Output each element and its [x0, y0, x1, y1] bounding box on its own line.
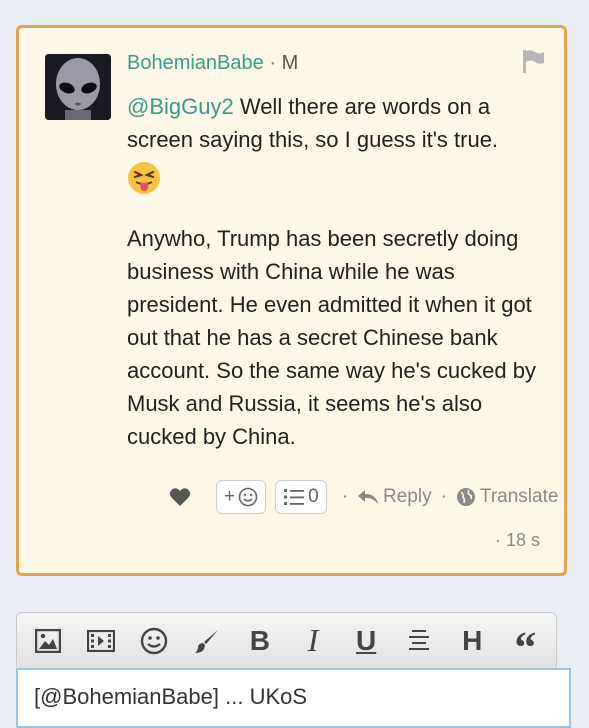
action-separator: ·	[341, 486, 349, 507]
heart-icon	[169, 488, 191, 506]
editor-toolbar: B I U H “	[16, 612, 557, 672]
avatar[interactable]	[45, 54, 111, 120]
bold-button[interactable]: B	[237, 619, 283, 663]
reply-label: Reply	[383, 486, 432, 507]
author-line: BohemianBabe · M	[127, 52, 298, 75]
insert-image-button[interactable]	[25, 619, 71, 663]
comment-actions: + 0 · Reply · Translate	[169, 480, 558, 514]
smiley-icon	[238, 487, 258, 507]
film-icon	[86, 629, 115, 652]
timestamp: · 18 s	[494, 530, 540, 550]
align-center-icon	[409, 629, 430, 650]
list-icon	[284, 489, 305, 505]
heading-button[interactable]: H	[449, 619, 495, 663]
strikethrough-button[interactable]	[396, 619, 442, 663]
image-icon	[34, 628, 61, 653]
smiley-icon	[140, 627, 167, 654]
italic-button[interactable]: I	[290, 619, 336, 663]
like-button[interactable]	[169, 487, 191, 507]
list-count: 0	[308, 486, 319, 507]
underline-button[interactable]: U	[343, 619, 389, 663]
list-count-button[interactable]: 0	[275, 480, 327, 514]
insert-video-button[interactable]	[78, 619, 124, 663]
flag-icon[interactable]	[520, 48, 546, 74]
author-name[interactable]: BohemianBabe	[127, 52, 264, 74]
brush-icon	[194, 629, 218, 653]
add-reaction-button[interactable]: +	[216, 480, 267, 514]
emoji: 😝	[127, 156, 552, 200]
reply-editor[interactable]: [@BohemianBabe] ... UKoS	[16, 668, 571, 728]
comment-card: BohemianBabe · M @BigGuy2 Well there are…	[16, 25, 567, 576]
squinting-tongue-emoji-icon	[128, 162, 160, 194]
action-separator: ·	[440, 486, 447, 507]
comment-body: @BigGuy2 Well there are words on a scree…	[127, 90, 552, 453]
author-separator: ·	[269, 52, 277, 74]
quote-button[interactable]: “	[502, 612, 548, 672]
author-badge: M	[281, 52, 299, 74]
add-reaction-label: +	[224, 486, 236, 507]
draw-button[interactable]	[184, 619, 230, 663]
reply-button[interactable]: Reply	[357, 486, 432, 508]
globe-icon	[456, 488, 475, 506]
comment-paragraph: Anywho, Trump has been secretly doing bu…	[127, 226, 536, 449]
reply-arrow-icon	[358, 490, 379, 504]
translate-button[interactable]: Translate	[456, 486, 559, 508]
translate-label: Translate	[479, 486, 559, 507]
comment-first-line: @BigGuy2 Well there are words on a scree…	[127, 90, 552, 156]
mention-link[interactable]: @BigGuy2	[127, 94, 234, 119]
insert-emoji-button[interactable]	[131, 619, 177, 663]
editor-text[interactable]: [@BohemianBabe] ... UKoS	[34, 684, 307, 710]
